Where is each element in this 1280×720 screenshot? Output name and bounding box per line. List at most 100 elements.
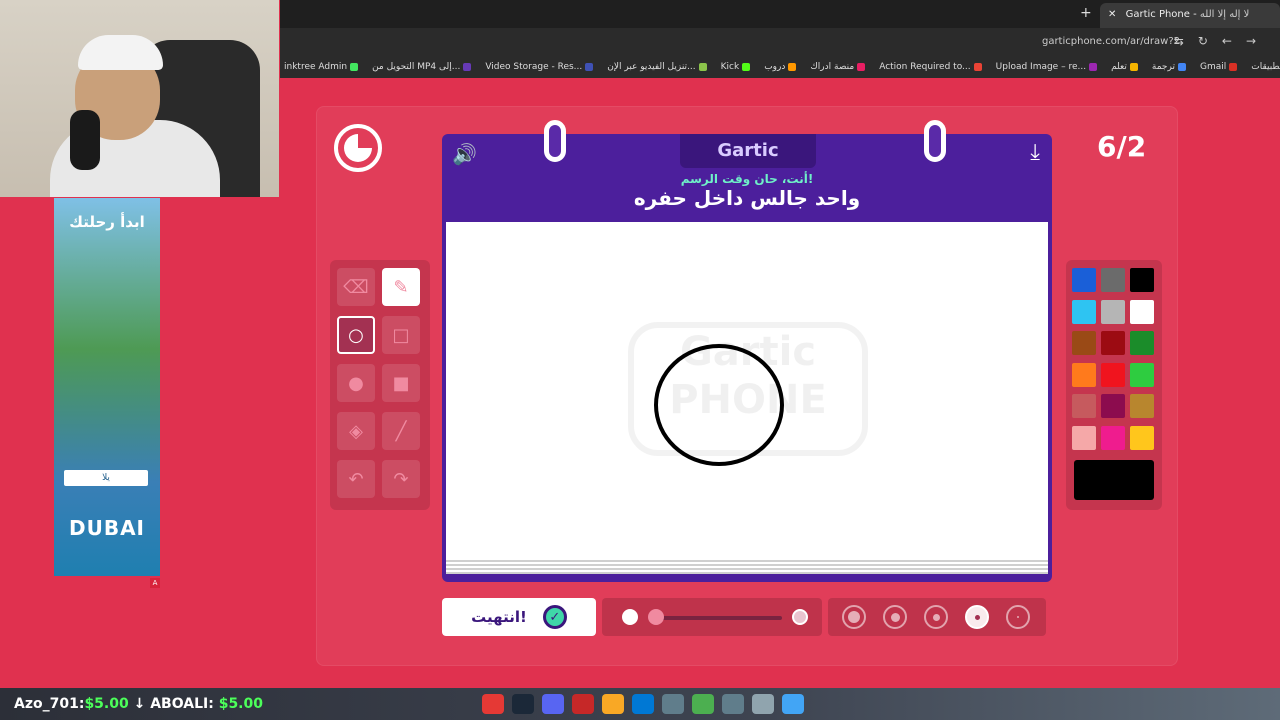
tools-panel: ✎ ⌫ □ ○ ■ ● ╱ ◈ ↷ ↶ [330,260,430,510]
brush-size-dot-icon [1017,616,1019,618]
taskbar-app-icon[interactable] [662,694,684,714]
bookmark-item[interactable]: تنزيل الفيديو عبر الإن... [607,62,707,72]
bookmark-label: ترجمة [1151,62,1175,72]
taskbar-app-icon[interactable] [482,694,504,714]
new-tab-button[interactable]: + [1080,5,1092,21]
color-swatch[interactable] [1130,331,1154,355]
eraser-tool-icon[interactable]: ⌫ [337,268,375,306]
brush-size-option[interactable] [965,605,989,629]
color-swatch[interactable] [1130,394,1154,418]
bookmark-item[interactable]: Kick [721,62,751,72]
color-swatch[interactable] [1101,362,1125,387]
reload-icon[interactable]: ↻ [1198,34,1222,48]
bookmark-item[interactable]: التطبيقات [1251,62,1280,72]
undo-tool-icon[interactable]: ↶ [337,460,375,498]
bookmark-item[interactable]: ترجمة [1152,62,1186,72]
bookmark-favicon-icon [1177,63,1186,71]
done-button[interactable]: انتهيت! ✓ [442,598,596,636]
color-swatch[interactable] [1101,268,1125,292]
streamer-cap [78,35,163,70]
color-palette [1066,260,1162,510]
circle-filled-tool-icon[interactable]: ● [337,364,375,402]
bookmark-item[interactable]: تعلم [1111,62,1138,72]
brush-size-option[interactable] [924,605,948,629]
binder-ring-left [544,120,566,162]
brush-size-option[interactable] [1006,605,1030,629]
forward-icon[interactable]: → [1246,34,1270,48]
tab-search-icon[interactable]: ⇆ [1174,34,1198,48]
fill-bucket-tool-icon[interactable]: ◈ [337,412,375,450]
color-swatch[interactable] [1101,425,1125,450]
donation-ticker: Azo_701:$5.00 ↓ ABOALI: $5.00 [14,696,263,712]
color-swatch[interactable] [1072,394,1096,418]
bookmark-item[interactable]: Upload Image – re... [996,62,1098,72]
opacity-slider-track[interactable] [654,616,782,620]
taskbar-app-icon[interactable] [632,694,654,714]
opacity-slider-knob[interactable] [648,609,664,625]
color-swatch[interactable] [1072,425,1096,450]
bookmark-label: Video Storage - Res... [485,62,583,72]
line-tool-icon[interactable]: ╱ [382,412,420,450]
taskbar-app-icon[interactable] [752,694,774,714]
taskbar-app-icon[interactable] [722,694,744,714]
color-swatch[interactable] [1101,299,1125,324]
bookmark-label: Kick [720,62,740,72]
bookmark-item[interactable]: منصة ادراك [810,62,866,72]
square-filled-tool-icon[interactable]: ■ [382,364,420,402]
color-swatch[interactable] [1130,268,1154,292]
bookmark-label: تعلم [1111,62,1127,72]
bookmark-favicon-icon [973,63,982,71]
brush-size-dot-icon [974,614,980,620]
taskbar-app-icon[interactable] [782,694,804,714]
bookmark-item[interactable]: Action Required to... [879,62,982,72]
bookmark-item[interactable]: دروب [764,62,797,72]
taskbar-app-icon[interactable] [512,694,534,714]
brush-size-option[interactable] [842,605,866,629]
bookmark-favicon-icon [788,63,797,71]
color-swatch[interactable] [1072,362,1096,387]
taskbar-app-icon[interactable] [692,694,714,714]
redo-tool-icon[interactable]: ↷ [382,460,420,498]
color-swatch[interactable] [1072,299,1096,324]
drawing-board-header: 🔊 Gartic ⤓ أنت، حان وقت الرسم! واحد جالس… [442,120,1052,218]
dubai-ad-banner[interactable]: ابدأ رحلتك يلا DUBAI [54,198,160,576]
taskbar: Azo_701:$5.00 ↓ ABOALI: $5.00 [0,688,1280,720]
color-swatch[interactable] [1101,331,1125,355]
color-swatch[interactable] [1130,425,1154,450]
gartic-logo: Gartic [680,134,816,168]
bookmark-item[interactable]: التحويل من MP4 إلى... [372,62,472,72]
checkmark-icon: ✓ [542,605,567,629]
drawing-canvas[interactable]: Gartic PHONE [446,222,1048,558]
color-swatch[interactable] [1130,362,1154,387]
tab-gartic-phone[interactable]: ✕ Gartic Phone - لا إله إلا الله [1100,3,1280,28]
bookmark-item[interactable]: inktree Admin [284,62,359,72]
brush-size-dot-icon [848,611,860,623]
circle-outline-tool-icon[interactable]: ○ [337,316,375,354]
ad-choices-badge[interactable]: A [150,578,160,588]
back-icon[interactable]: ← [1222,34,1246,48]
canvas-frame: Gartic PHONE [442,218,1052,582]
pen-tool-icon[interactable]: ✎ [382,268,420,306]
color-swatch[interactable] [1072,331,1096,355]
download-icon[interactable]: ⤓ [1030,140,1040,165]
color-swatch[interactable] [1130,299,1154,324]
microphone [70,110,100,170]
taskbar-app-icon[interactable] [542,694,564,714]
taskbar-app-icon[interactable] [572,694,594,714]
ad-cta-button[interactable]: يلا [64,470,148,486]
color-swatch[interactable] [1101,394,1125,418]
close-tab-icon[interactable]: ✕ [1108,9,1116,20]
url-field[interactable]: garticphone.com/ar/draw?2 [1042,36,1180,47]
bookmark-item[interactable]: Video Storage - Res... [485,62,594,72]
tab-title-overlay: لا إله إلا الله [1199,9,1250,20]
sound-icon[interactable]: 🔊 [452,142,477,166]
bookmark-item[interactable]: Gmail [1200,62,1238,72]
donor-1-amount: $5.00 [84,696,129,712]
brush-size-option[interactable] [883,605,907,629]
bookmark-favicon-icon [1129,63,1138,71]
color-swatch[interactable] [1072,268,1096,292]
square-outline-tool-icon[interactable]: □ [382,316,420,354]
donor-1-name: Azo_701: [14,696,85,712]
donor-2-name: ABOALI: [150,696,214,712]
taskbar-app-icon[interactable] [602,694,624,714]
